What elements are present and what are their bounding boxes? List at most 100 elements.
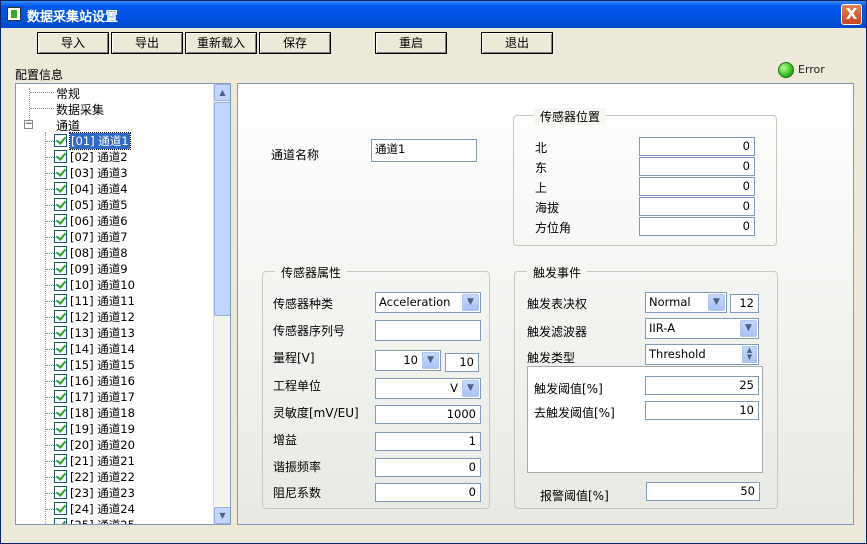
channel-checkbox[interactable] — [54, 230, 67, 243]
azimuth-input[interactable]: 0 — [639, 217, 755, 236]
tree-item-channels[interactable]: 通道 — [56, 117, 80, 134]
altitude-label: 海拔 — [535, 201, 560, 215]
export-button[interactable]: 导出 — [111, 32, 183, 54]
channel-checkbox[interactable] — [54, 166, 67, 179]
channel-item-label[interactable]: [16] 通道16 — [70, 373, 135, 389]
channel-checkbox[interactable] — [54, 438, 67, 451]
tree-item-acquisition[interactable]: 数据采集 — [56, 101, 104, 118]
channel-checkbox[interactable] — [54, 278, 67, 291]
channel-item-label[interactable]: [01] 通道1 — [69, 132, 131, 150]
collapse-icon[interactable]: − — [24, 120, 33, 129]
channel-checkbox[interactable] — [54, 486, 67, 499]
unit-select[interactable]: V ▼ — [375, 378, 481, 399]
trigger-vote-select[interactable]: Normal ▼ — [645, 292, 727, 313]
tree-connector — [46, 429, 54, 430]
channel-checkbox[interactable] — [54, 358, 67, 371]
damping-input[interactable]: 0 — [375, 483, 481, 502]
trigger-type-select[interactable]: Threshold ▲ ▼ — [645, 344, 759, 365]
channel-item-label[interactable]: [04] 通道4 — [70, 181, 128, 197]
resonance-input[interactable]: 0 — [375, 458, 481, 477]
channel-checkbox[interactable] — [54, 294, 67, 307]
channel-item-label[interactable]: [02] 通道2 — [70, 149, 128, 165]
channel-checkbox[interactable] — [54, 310, 67, 323]
channel-checkbox[interactable] — [54, 518, 67, 524]
spin-updown-icon[interactable]: ▲ ▼ — [742, 346, 757, 363]
channel-checkbox[interactable] — [54, 214, 67, 227]
close-button[interactable]: X — [841, 4, 862, 25]
channel-item-label[interactable]: [23] 通道23 — [70, 485, 135, 501]
channel-name-input[interactable]: 通道1 — [371, 139, 477, 162]
north-input[interactable]: 0 — [639, 137, 755, 156]
channel-checkbox[interactable] — [54, 134, 67, 147]
channel-item-label[interactable]: [19] 通道19 — [70, 421, 135, 437]
channel-checkbox[interactable] — [54, 182, 67, 195]
channel-item-label[interactable]: [14] 通道14 — [70, 341, 135, 357]
range-value: 10 — [403, 353, 418, 367]
app-icon — [7, 7, 21, 21]
channel-checkbox[interactable] — [54, 262, 67, 275]
channel-checkbox[interactable] — [54, 326, 67, 339]
chevron-down-icon[interactable]: ▼ — [422, 352, 439, 369]
channel-item-label[interactable]: [03] 通道3 — [70, 165, 128, 181]
import-button[interactable]: 导入 — [37, 32, 109, 54]
channel-item-label[interactable]: [12] 通道12 — [70, 309, 135, 325]
channel-item-label[interactable]: [22] 通道22 — [70, 469, 135, 485]
channel-item-label[interactable]: [13] 通道13 — [70, 325, 135, 341]
up-input[interactable]: 0 — [639, 177, 755, 196]
channel-item-label[interactable]: [24] 通道24 — [70, 501, 135, 517]
channel-item-label[interactable]: [21] 通道21 — [70, 453, 135, 469]
trigger-threshold-input[interactable]: 25 — [645, 376, 759, 395]
channel-checkbox[interactable] — [54, 150, 67, 163]
scroll-down-icon[interactable]: ▼ — [214, 507, 230, 524]
sensitivity-label: 灵敏度[mV/EU] — [273, 406, 359, 420]
channel-item-label[interactable]: [07] 通道7 — [70, 229, 128, 245]
channel-item-label[interactable]: [15] 通道15 — [70, 357, 135, 373]
trigger-vote-count-input[interactable]: 12 — [730, 294, 759, 313]
channel-checkbox[interactable] — [54, 422, 67, 435]
channel-item-label[interactable]: [20] 通道20 — [70, 437, 135, 453]
chevron-down-icon[interactable]: ▼ — [740, 320, 757, 337]
channel-checkbox[interactable] — [54, 390, 67, 403]
channel-checkbox[interactable] — [54, 198, 67, 211]
channel-item-label[interactable]: [08] 通道8 — [70, 245, 128, 261]
tree-connector — [46, 333, 54, 334]
restart-button[interactable]: 重启 — [375, 32, 447, 54]
channel-item-label[interactable]: [10] 通道10 — [70, 277, 135, 293]
channel-checkbox[interactable] — [54, 470, 67, 483]
range-extra-input[interactable]: 10 — [445, 353, 479, 372]
save-button[interactable]: 保存 — [259, 32, 331, 54]
tree-scrollbar[interactable]: ▲ ▼ — [213, 84, 230, 524]
reload-button[interactable]: 重新载入 — [185, 32, 257, 54]
gain-input[interactable]: 1 — [375, 432, 481, 451]
channel-checkbox[interactable] — [54, 502, 67, 515]
range-select[interactable]: 10 ▼ — [375, 350, 441, 371]
sensitivity-input[interactable]: 1000 — [375, 405, 481, 424]
tree-item-general[interactable]: 常规 — [56, 85, 80, 102]
scroll-up-icon[interactable]: ▲ — [214, 84, 230, 101]
channel-item-label[interactable]: [18] 通道18 — [70, 405, 135, 421]
channel-checkbox[interactable] — [54, 374, 67, 387]
channel-item-label[interactable]: [06] 通道6 — [70, 213, 128, 229]
detrigger-threshold-input[interactable]: 10 — [645, 401, 759, 420]
trigger-filter-select[interactable]: IIR-A ▼ — [645, 318, 759, 339]
chevron-down-icon[interactable]: ▼ — [708, 294, 725, 311]
exit-button[interactable]: 退出 — [481, 32, 553, 54]
channel-item-label[interactable]: [11] 通道11 — [70, 293, 135, 309]
chevron-down-icon[interactable]: ▼ — [462, 380, 479, 397]
sensor-type-select[interactable]: Acceleration ▼ — [375, 292, 481, 313]
channel-item-label[interactable]: [05] 通道5 — [70, 197, 128, 213]
channel-item-label[interactable]: [25] 通道25 — [70, 517, 135, 524]
channel-checkbox[interactable] — [54, 342, 67, 355]
channel-item-label[interactable]: [09] 通道9 — [70, 261, 128, 277]
alarm-threshold-input[interactable]: 50 — [646, 482, 760, 501]
channel-checkbox[interactable] — [54, 246, 67, 259]
altitude-input[interactable]: 0 — [639, 197, 755, 216]
channel-checkbox[interactable] — [54, 454, 67, 467]
scroll-thumb[interactable] — [214, 102, 230, 316]
channel-checkbox[interactable] — [54, 406, 67, 419]
east-input[interactable]: 0 — [639, 157, 755, 176]
chevron-down-icon[interactable]: ▼ — [462, 294, 479, 311]
channel-item-label[interactable]: [17] 通道17 — [70, 389, 135, 405]
config-tree[interactable]: 常规 数据采集 − 通道 [01] 通道1 [02] 通道2 [03] 通道3 [04… — [15, 83, 231, 525]
sensor-serial-input[interactable] — [375, 320, 481, 341]
